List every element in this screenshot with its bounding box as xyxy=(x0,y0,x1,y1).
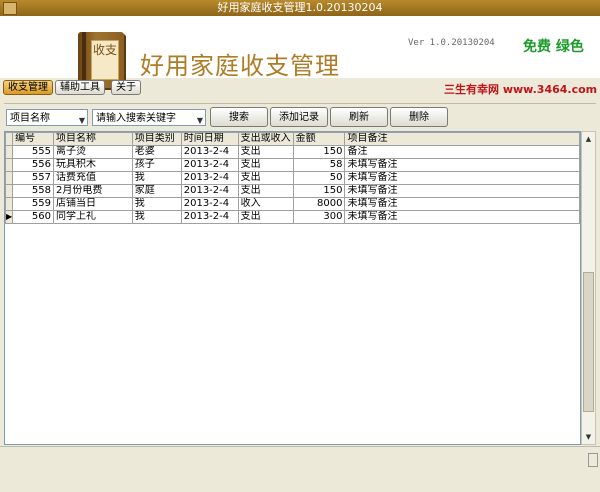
table-cell[interactable]: 150 xyxy=(292,145,346,159)
table-row[interactable]: 555 离子烫 老婆 2013-2-4 支出 150 备注 xyxy=(4,145,580,159)
app-icon xyxy=(3,2,17,15)
table-cell[interactable]: 支出 xyxy=(237,158,294,172)
menu-income-expense[interactable]: 收支管理 xyxy=(3,80,53,95)
table-row[interactable]: 557 话费充值我 2013-2-4 支出 50 未填写备注 xyxy=(4,171,580,185)
column-header[interactable]: 项目名称 xyxy=(53,132,133,146)
table-cell[interactable]: 支出 xyxy=(237,210,294,224)
row-header[interactable] xyxy=(4,171,14,185)
table-cell[interactable]: 我 xyxy=(131,171,182,185)
website-label: 三生有幸网 www.3464.com xyxy=(444,83,598,96)
table-cell[interactable]: 离子烫 xyxy=(53,145,133,159)
app-title: 好用家庭收支管理 xyxy=(140,52,340,80)
field-select[interactable]: 项目名称 ▼ xyxy=(6,109,88,126)
keyword-select-value: 请输入搜索关键字 xyxy=(96,113,176,124)
chevron-down-icon: ▼ xyxy=(78,116,85,125)
resize-grip[interactable] xyxy=(588,453,598,467)
column-header[interactable]: 项目备注 xyxy=(344,132,580,146)
table-cell[interactable]: 558 xyxy=(12,184,55,198)
refresh-button[interactable]: 刷新 xyxy=(330,107,388,127)
column-header[interactable]: 金额 xyxy=(292,132,346,146)
table-cell[interactable]: 我 xyxy=(131,210,182,224)
chevron-down-icon: ▼ xyxy=(196,116,203,125)
current-row-arrow-icon: ▶ xyxy=(6,212,13,221)
scrollbar-thumb[interactable] xyxy=(583,272,594,412)
table-cell[interactable]: 支出 xyxy=(237,184,294,198)
table-cell[interactable]: 8000 xyxy=(292,197,346,211)
table-cell[interactable]: 2013-2-4 xyxy=(180,171,239,185)
table-row[interactable]: 556 玩具积木 孩子 2013-2-4 支出 58 未填写备注 xyxy=(4,158,580,172)
table-cell[interactable]: 2013-2-4 xyxy=(180,184,239,198)
header-row: 编号 项目名称 项目类别 时间日期 支出或收入 金额 项目备注 xyxy=(4,132,580,146)
window-title: 好用家庭收支管理1.0.20130204 xyxy=(217,1,383,14)
table-cell[interactable]: 559 xyxy=(12,197,55,211)
search-button[interactable]: 搜索 xyxy=(210,107,268,127)
free-green-label: 免费 绿色 xyxy=(523,39,584,55)
menu-tools[interactable]: 辅助工具 xyxy=(55,80,105,95)
table-cell[interactable]: 未填写备注 xyxy=(344,171,580,185)
table-cell[interactable]: 557 xyxy=(12,171,55,185)
records-table: 编号 项目名称 项目类别 时间日期 支出或收入 金额 项目备注 555 离子烫 老婆… xyxy=(4,132,580,224)
table-cell[interactable]: 2013-2-4 xyxy=(180,145,239,159)
table-cell[interactable]: 560 xyxy=(12,210,55,224)
table-cell[interactable]: 2013-2-4 xyxy=(180,158,239,172)
table-row[interactable]: 558 2月份电费 家庭 2013-2-4 支出 150 未填写备注 xyxy=(4,184,580,198)
row-header-corner xyxy=(4,132,14,146)
table-cell[interactable]: 店铺当日 xyxy=(53,197,133,211)
table-cell[interactable]: 2月份电费 xyxy=(53,184,133,198)
table-cell[interactable]: 2013-2-4 xyxy=(180,197,239,211)
table-cell[interactable]: 2013-2-4 xyxy=(180,210,239,224)
delete-button[interactable]: 删除 xyxy=(390,107,448,127)
row-header[interactable] xyxy=(4,184,14,198)
add-record-button[interactable]: 添加记录 xyxy=(270,107,328,127)
scroll-down-icon[interactable]: ▼ xyxy=(583,431,594,443)
field-select-value: 项目名称 xyxy=(10,113,50,124)
row-header[interactable] xyxy=(4,197,14,211)
table-cell[interactable]: 支出 xyxy=(237,145,294,159)
row-header[interactable]: ▶ xyxy=(4,210,14,224)
table-cell[interactable]: 50 xyxy=(292,171,346,185)
version-label: Ver 1.0.20130204 xyxy=(408,38,495,48)
column-header[interactable]: 支出或收入 xyxy=(237,132,294,146)
table-cell[interactable]: 555 xyxy=(12,145,55,159)
table-cell[interactable]: 未填写备注 xyxy=(344,197,580,211)
row-header[interactable] xyxy=(4,158,14,172)
table-cell[interactable]: 收入 xyxy=(237,197,294,211)
menu-about[interactable]: 关于 xyxy=(111,80,141,95)
table-cell[interactable]: 300 xyxy=(292,210,346,224)
table-row[interactable]: 559 店铺当日我 2013-2-4 收入 8000 未填写备注 xyxy=(4,197,580,211)
column-header[interactable]: 项目类别 xyxy=(131,132,182,146)
table-row[interactable]: ▶ 560 同学上礼我 2013-2-4 支出 300 未填写备注 xyxy=(4,210,580,224)
table-cell[interactable]: 话费充值 xyxy=(53,171,133,185)
table-cell[interactable]: 556 xyxy=(12,158,55,172)
table-cell[interactable]: 未填写备注 xyxy=(344,210,580,224)
table-cell[interactable]: 支出 xyxy=(237,171,294,185)
logo-text: 收支 xyxy=(91,40,119,80)
row-header[interactable] xyxy=(4,145,14,159)
table-cell[interactable]: 家庭 xyxy=(131,184,182,198)
table-cell[interactable]: 150 xyxy=(292,184,346,198)
table-cell[interactable]: 备注 xyxy=(344,145,580,159)
vertical-scrollbar[interactable]: ▲ ▼ xyxy=(581,131,596,445)
banner: 收支 好用家庭收支管理 Ver 1.0.20130204 免费 绿色 三生有幸网… xyxy=(0,16,600,96)
column-header[interactable]: 时间日期 xyxy=(180,132,239,146)
table-cell[interactable]: 玩具积木 xyxy=(53,158,133,172)
scroll-up-icon[interactable]: ▲ xyxy=(583,133,594,145)
table-cell[interactable]: 老婆 xyxy=(131,145,182,159)
status-bar xyxy=(0,446,600,492)
table-cell[interactable]: 孩子 xyxy=(131,158,182,172)
keyword-select[interactable]: 请输入搜索关键字 ▼ xyxy=(92,109,206,126)
table-cell[interactable]: 同学上礼 xyxy=(53,210,133,224)
table-cell[interactable]: 未填写备注 xyxy=(344,158,580,172)
records-grid[interactable]: 编号 项目名称 项目类别 时间日期 支出或收入 金额 项目备注 555 离子烫 老婆… xyxy=(4,131,581,445)
table-cell[interactable]: 未填写备注 xyxy=(344,184,580,198)
table-cell[interactable]: 我 xyxy=(131,197,182,211)
column-header[interactable]: 编号 xyxy=(12,132,55,146)
title-bar: 好用家庭收支管理1.0.20130204 xyxy=(0,0,600,16)
table-cell[interactable]: 58 xyxy=(292,158,346,172)
